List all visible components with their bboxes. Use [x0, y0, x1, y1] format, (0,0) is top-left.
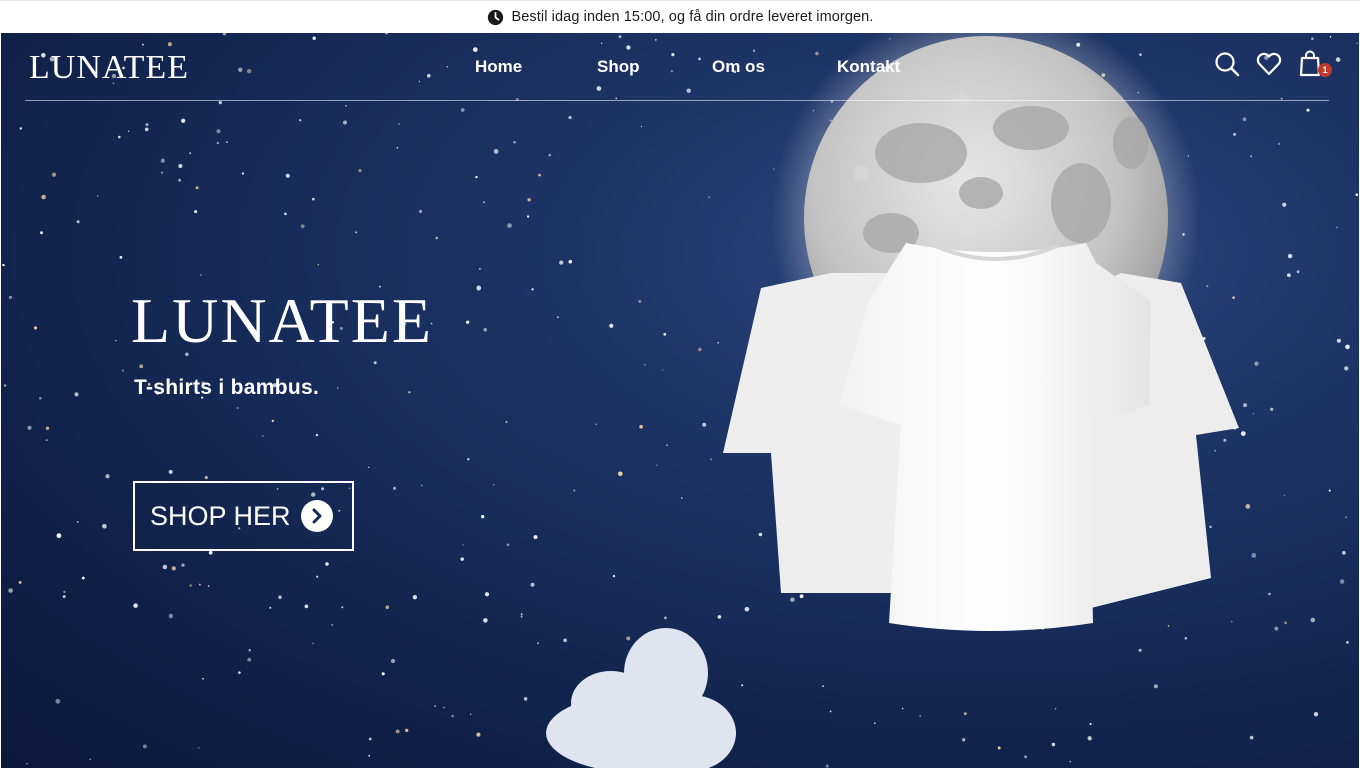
nav-om-os[interactable]: Om os: [712, 57, 837, 77]
main-nav: Home Shop Om os Kontakt: [475, 57, 900, 77]
heart-icon[interactable]: [1255, 49, 1283, 79]
header-icons: 1: [1213, 49, 1332, 79]
shop-here-button[interactable]: SHOP HER: [133, 481, 354, 551]
announcement-bar: Bestil idag inden 15:00, og få din ordre…: [0, 0, 1360, 33]
cart-count-badge: 1: [1318, 63, 1332, 77]
site-header: LUNATEE Home Shop Om os Kontakt 1: [1, 33, 1359, 101]
shopping-bag-icon[interactable]: 1: [1297, 49, 1332, 79]
header-divider: [25, 100, 1329, 101]
night-sky-illustration: [2, 33, 1359, 768]
nav-shop[interactable]: Shop: [597, 57, 712, 77]
hero-subtitle: T-shirts i bambus.: [134, 376, 320, 399]
nav-kontakt[interactable]: Kontakt: [837, 57, 900, 77]
shop-here-label: SHOP HER: [150, 500, 291, 531]
chevron-right-icon: [300, 500, 333, 532]
announcement-text: Bestil idag inden 15:00, og få din ordre…: [511, 9, 874, 25]
hero-banner: [1, 33, 1359, 768]
clock-icon: [487, 9, 503, 25]
nav-home[interactable]: Home: [475, 57, 597, 77]
search-icon[interactable]: [1213, 49, 1241, 79]
hero-title: LUNATEE: [131, 285, 433, 356]
logo[interactable]: LUNATEE: [29, 49, 189, 87]
